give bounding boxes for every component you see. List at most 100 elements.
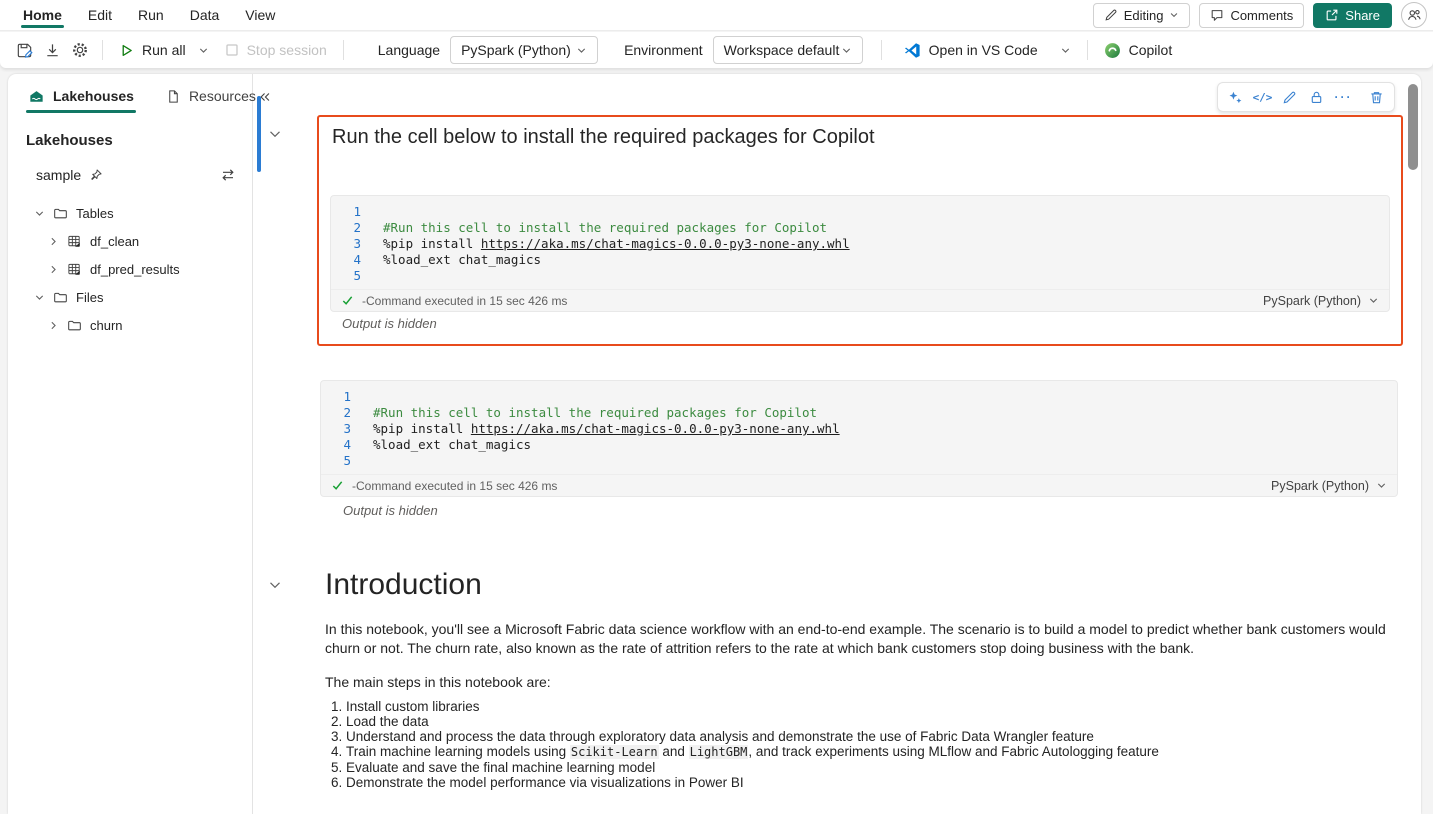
run-all-button[interactable]: Run all [111, 36, 217, 64]
collapse-section-chevron-icon[interactable] [267, 577, 283, 593]
introduction-section: Introduction In this notebook, you'll se… [325, 566, 1403, 790]
comment-bubble-icon [1210, 8, 1224, 22]
open-vscode-button[interactable]: Open in VS Code [896, 36, 1079, 64]
environment-label: Environment [624, 42, 703, 58]
menu-tab-data[interactable]: Data [177, 0, 233, 30]
tree-item-label: churn [90, 318, 123, 333]
success-check-icon [331, 479, 344, 492]
tree-item-df-pred-results[interactable]: df_pred_results [8, 255, 252, 283]
copilot-label: Copilot [1129, 42, 1173, 58]
inline-code: Scikit-Learn [570, 745, 659, 759]
tree-item-df-clean[interactable]: df_clean [8, 227, 252, 255]
chevron-right-icon[interactable] [48, 264, 59, 275]
run-all-label: Run all [142, 42, 186, 58]
ai-sparkle-icon[interactable] [1223, 85, 1248, 109]
tree-item-tables[interactable]: Tables [8, 199, 252, 227]
code-link[interactable]: https://aka.ms/chat-magics-0.0.0-py3-non… [481, 236, 850, 252]
tree-item-churn[interactable]: churn [8, 311, 252, 339]
delete-cell-icon[interactable] [1364, 85, 1389, 109]
line-number: 3 [321, 421, 351, 437]
copilot-icon [1104, 42, 1121, 59]
share-button[interactable]: Share [1313, 3, 1392, 28]
tree-item-label: Tables [76, 206, 114, 221]
lakehouse-item[interactable]: sample [8, 149, 252, 183]
sidebar-tabs: Lakehouses Resources [8, 84, 252, 116]
code-editor[interactable]: 1 2#Run this cell to install the require… [320, 380, 1398, 497]
more-options-icon[interactable]: ··· [1331, 85, 1356, 109]
chevron-down-icon [1376, 480, 1387, 491]
menubar: Home Edit Run Data View Editing Comments [0, 0, 1433, 31]
pencil-icon [1104, 8, 1118, 22]
chevron-down-icon[interactable] [1060, 45, 1071, 56]
editing-label: Editing [1124, 8, 1164, 23]
chevron-down-icon[interactable] [34, 208, 45, 219]
delta-table-icon [67, 262, 82, 277]
code-text: %pip install [383, 236, 481, 252]
code-line: 2#Run this cell to install the required … [331, 220, 1389, 236]
copilot-button[interactable]: Copilot [1096, 36, 1181, 64]
tree-item-files[interactable]: Files [8, 283, 252, 311]
convert-to-code-icon[interactable]: </> [1250, 85, 1275, 109]
export-button[interactable] [38, 36, 66, 64]
line-number: 3 [331, 236, 361, 252]
execution-status: -Command executed in 15 sec 426 ms [352, 479, 557, 493]
toolbar-divider [343, 40, 344, 60]
kernel-picker[interactable]: PySpark (Python) [1263, 294, 1379, 308]
menubar-right: Editing Comments Share [1093, 2, 1427, 28]
vertical-scrollbar[interactable] [1408, 84, 1418, 810]
menu-tab-edit[interactable]: Edit [75, 0, 125, 30]
tab-resources-label: Resources [189, 88, 256, 104]
collapse-cell-chevron-icon[interactable] [267, 126, 283, 142]
environment-dropdown[interactable]: Workspace default [713, 36, 863, 64]
stop-square-icon [225, 43, 239, 57]
markdown-cell-title: Run the cell below to install the requir… [319, 117, 1401, 158]
code-comment: #Run this cell to install the required p… [373, 405, 817, 421]
save-icon [15, 41, 34, 60]
scrollbar-thumb[interactable] [1408, 84, 1418, 170]
cell-toolbar: </> ··· [1217, 82, 1395, 112]
gear-icon [71, 41, 89, 59]
edit-cell-icon[interactable] [1277, 85, 1302, 109]
lakehouse-tree: Tables df_clean [8, 199, 252, 339]
chevron-right-icon[interactable] [48, 236, 59, 247]
chevron-down-icon [576, 45, 587, 56]
code-line: 5 [321, 453, 1397, 469]
code-editor[interactable]: 1 2#Run this cell to install the require… [330, 195, 1390, 312]
pin-icon[interactable] [89, 168, 103, 182]
toolbar-divider [102, 40, 103, 60]
list-item: Install custom libraries [346, 699, 1403, 714]
tab-resources[interactable]: Resources [164, 88, 258, 112]
menu-tab-run[interactable]: Run [125, 0, 177, 30]
line-number: 2 [331, 220, 361, 236]
chevron-down-icon[interactable] [34, 292, 45, 303]
editing-mode-button[interactable]: Editing [1093, 3, 1191, 28]
steps-lead: The main steps in this notebook are: [325, 673, 1403, 692]
code-line: 3 %pip install https://aka.ms/chat-magics… [331, 236, 1389, 252]
menu-tab-view[interactable]: View [232, 0, 288, 30]
comments-button[interactable]: Comments [1199, 3, 1304, 28]
code-line: 5 [331, 268, 1389, 284]
chevron-down-icon[interactable] [198, 45, 209, 56]
delta-table-icon [67, 234, 82, 249]
list-item: Demonstrate the model performance via vi… [346, 775, 1403, 790]
chevron-right-icon[interactable] [48, 320, 59, 331]
tab-lakehouses[interactable]: Lakehouses [26, 88, 136, 113]
save-button[interactable] [10, 36, 38, 64]
language-dropdown[interactable]: PySpark (Python) [450, 36, 598, 64]
selected-cell[interactable]: Run the cell below to install the requir… [317, 115, 1403, 346]
toolbar-divider [881, 40, 882, 60]
list-item: Evaluate and save the final machine lear… [346, 760, 1403, 775]
lock-cell-icon[interactable] [1304, 85, 1329, 109]
menu-tab-home[interactable]: Home [10, 0, 75, 30]
kernel-picker[interactable]: PySpark (Python) [1271, 479, 1387, 493]
switch-lakehouse-icon[interactable] [220, 167, 236, 183]
code-text: %load_ext chat_magics [373, 437, 531, 453]
settings-button[interactable] [66, 36, 94, 64]
code-text: %pip install [373, 421, 471, 437]
code-line: 4%load_ext chat_magics [321, 437, 1397, 453]
language-label: Language [378, 42, 440, 58]
success-check-icon [341, 294, 354, 307]
line-number: 1 [321, 389, 351, 405]
code-link[interactable]: https://aka.ms/chat-magics-0.0.0-py3-non… [471, 421, 840, 437]
account-avatar[interactable] [1401, 2, 1427, 28]
